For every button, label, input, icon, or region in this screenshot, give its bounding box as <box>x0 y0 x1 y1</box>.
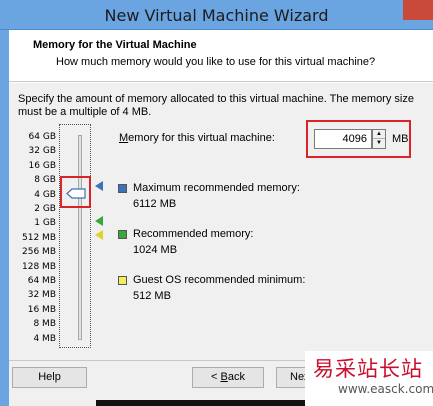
slider-thumb-icon[interactable] <box>66 188 86 199</box>
back-label-prefix: < <box>211 371 221 383</box>
recommended-marker-icon <box>95 216 103 226</box>
description-text: Specify the amount of memory allocated t… <box>18 93 414 118</box>
max-recommended-marker-icon <box>95 181 103 191</box>
memory-label: Memory for this virtual machine: <box>119 132 275 144</box>
scale-tick: 2 GB <box>34 204 56 214</box>
legend-rec-value: 1024 MB <box>133 244 178 256</box>
scale-tick: 16 GB <box>28 160 56 171</box>
back-label-rest: ack <box>227 371 245 383</box>
taskbar-strip <box>96 400 305 406</box>
scale-tick: 256 MB <box>22 247 56 258</box>
scale-tick: 32 MB <box>27 290 56 301</box>
page-subtitle: How much memory would you like to use fo… <box>56 56 376 68</box>
scale-tick: 128 MB <box>22 261 56 272</box>
memory-unit: MB <box>392 133 409 145</box>
scale-tick: 512 MB <box>22 232 56 243</box>
scale-tick: 1 GB <box>34 218 56 229</box>
memory-label-text: emory for this virtual machine: <box>128 132 275 144</box>
scale-tick: 8 GB <box>34 175 56 186</box>
window-title: New Virtual Machine Wizard <box>104 6 329 25</box>
memory-slider[interactable] <box>59 124 91 348</box>
back-button[interactable]: < Back <box>192 367 264 388</box>
watermark-text: 易采站长站 <box>313 357 423 381</box>
legend-min-label: Guest OS recommended minimum: <box>133 274 306 286</box>
scale-tick: 64 GB <box>28 132 56 142</box>
green-square-icon <box>118 230 127 239</box>
legend-min-value: 512 MB <box>133 290 171 302</box>
memory-input[interactable]: 4096 <box>314 129 372 149</box>
scale-tick: 4 MB <box>33 333 56 344</box>
slider-track[interactable] <box>78 135 82 340</box>
memory-spinner[interactable]: ▲ ▼ <box>372 129 386 149</box>
watermark-url: www.easck.com <box>338 382 433 396</box>
scale-tick: 64 MB <box>27 276 56 286</box>
watermark-logo: 易采站长站 www.easck.com <box>305 351 433 406</box>
scale-tick: 32 GB <box>28 146 56 157</box>
back-label-accel: B <box>220 371 228 383</box>
legend-max-label: Maximum recommended memory: <box>133 182 300 194</box>
close-button[interactable] <box>403 0 433 20</box>
legend-max-value: 6112 MB <box>133 198 177 210</box>
guest-min-marker-icon <box>95 230 103 240</box>
wizard-header: Memory for the Virtual Machine How much … <box>9 30 433 82</box>
memory-input-highlight: 4096 ▲ ▼ MB <box>306 120 411 158</box>
legend-rec-label: Recommended memory: <box>133 228 254 240</box>
page-title: Memory for the Virtual Machine <box>33 39 197 51</box>
yellow-square-icon <box>118 276 127 285</box>
blue-square-icon <box>118 184 127 193</box>
memory-label-accel: M <box>119 132 129 144</box>
spin-down-icon[interactable]: ▼ <box>373 139 385 148</box>
help-button[interactable]: Help <box>12 367 87 388</box>
scale-tick: 4 GB <box>34 189 56 200</box>
slider-thumb-highlight <box>60 176 91 208</box>
title-bar: New Virtual Machine Wizard <box>0 0 433 30</box>
spin-up-icon[interactable]: ▲ <box>373 130 385 139</box>
scale-tick: 16 MB <box>27 304 56 315</box>
scale-tick: 8 MB <box>33 319 56 330</box>
window-frame-left <box>0 30 9 406</box>
